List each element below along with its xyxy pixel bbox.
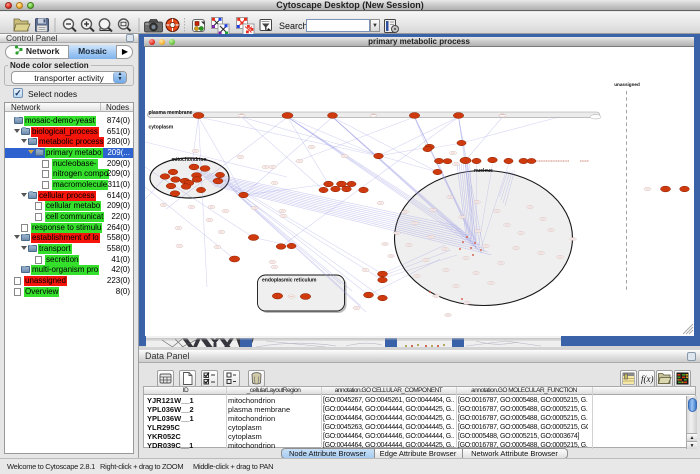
svg-text:nucleus: nucleus [474,168,493,174]
svg-text:f(x): f(x) [641,374,654,384]
svg-text:plasma membrane: plasma membrane [148,110,192,116]
svg-text:unassigned: unassigned [614,82,640,87]
svg-text:mitochondrion: mitochondrion [171,157,206,163]
svg-text:cytoplasm: cytoplasm [148,125,173,131]
svg-text:endoplasmic reticulum: endoplasmic reticulum [262,278,317,284]
